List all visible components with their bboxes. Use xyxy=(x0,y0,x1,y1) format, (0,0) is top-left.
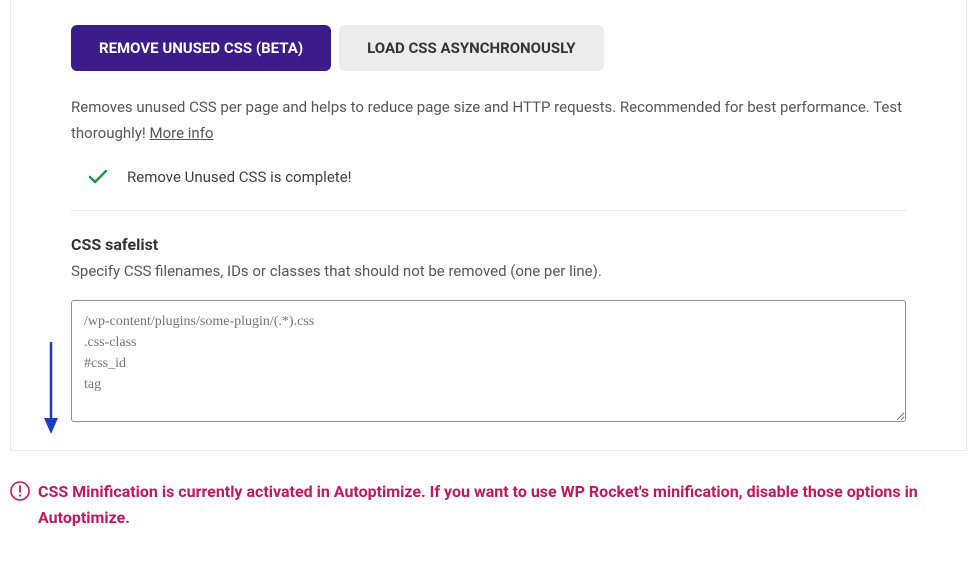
status-row: Remove Unused CSS is complete! xyxy=(71,152,906,211)
more-info-link[interactable]: More info xyxy=(150,124,214,142)
safelist-heading: CSS safelist xyxy=(71,235,906,254)
top-divider xyxy=(71,0,906,1)
status-text: Remove Unused CSS is complete! xyxy=(127,168,352,186)
feature-description: Removes unused CSS per page and helps to… xyxy=(71,95,906,146)
tab-remove-unused-css[interactable]: REMOVE UNUSED CSS (BETA) xyxy=(71,25,331,71)
warning-text: CSS Minification is currently activated … xyxy=(38,479,967,530)
warning-row: CSS Minification is currently activated … xyxy=(0,451,977,530)
checkmark-icon xyxy=(89,170,107,184)
safelist-description: Specify CSS filenames, IDs or classes th… xyxy=(71,262,906,280)
tab-load-async[interactable]: LOAD CSS ASYNCHRONOUSLY xyxy=(339,25,603,71)
warning-icon xyxy=(10,481,30,501)
settings-panel: REMOVE UNUSED CSS (BETA) LOAD CSS ASYNCH… xyxy=(10,0,967,451)
css-tabs: REMOVE UNUSED CSS (BETA) LOAD CSS ASYNCH… xyxy=(71,25,906,71)
safelist-textarea[interactable] xyxy=(71,300,906,422)
